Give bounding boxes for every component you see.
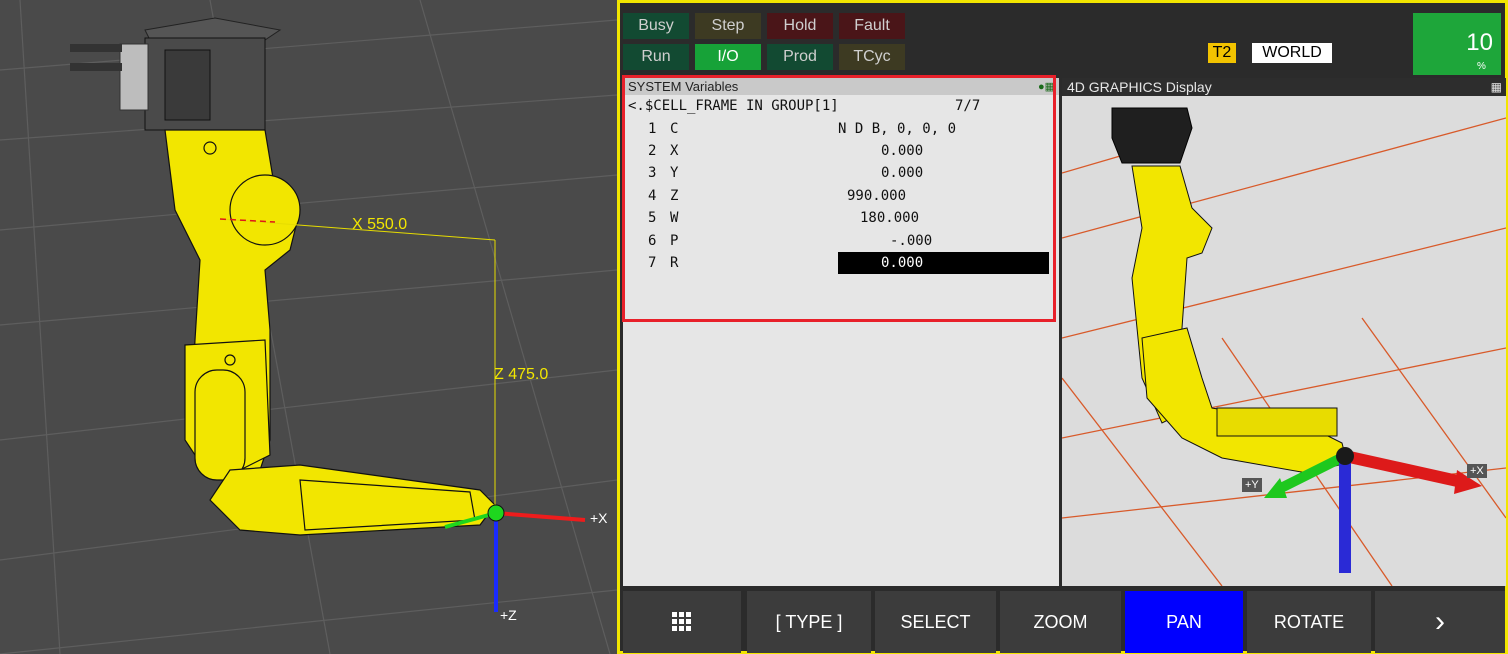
sysvar-row-name[interactable]: Y: [670, 165, 678, 181]
type-button[interactable]: [ TYPE ]: [747, 591, 871, 653]
sysvar-row-name[interactable]: R: [670, 255, 678, 271]
sysvar-row-name[interactable]: C: [670, 121, 678, 137]
status-busy: Busy: [623, 13, 689, 39]
sysvar-row-name[interactable]: W: [670, 210, 678, 226]
roboguide-3d-view[interactable]: X 550.0 Z 475.0 +X +Z: [0, 0, 617, 654]
override-unit: %: [1477, 61, 1486, 72]
graphics-scene: [1062, 107, 1506, 586]
status-fault: Fault: [839, 13, 905, 39]
menu-grid-button[interactable]: [623, 591, 741, 653]
graphics-axis-x-label: +X: [1467, 464, 1487, 478]
override-value: 10: [1466, 29, 1493, 56]
sysvar-row-value-selected[interactable]: 0.000: [881, 255, 923, 271]
sysvar-row-name[interactable]: X: [670, 143, 678, 159]
floor-grid: [0, 0, 617, 654]
tp-mode-badge: T2: [1208, 43, 1236, 63]
chevron-right-icon: ›: [1435, 605, 1445, 638]
speed-override[interactable]: 10 %: [1413, 13, 1501, 75]
sysvars-header: SYSTEM Variables ●▦: [623, 78, 1059, 95]
sysvar-row-num: 3: [648, 165, 657, 181]
sysvar-path: <.$CELL_FRAME IN GROUP[1]: [628, 98, 839, 114]
sysvar-row-value[interactable]: N D B, 0, 0, 0: [838, 121, 956, 137]
rotate-button[interactable]: ROTATE: [1247, 591, 1371, 653]
select-button[interactable]: SELECT: [875, 591, 996, 653]
next-page-button[interactable]: ›: [1375, 591, 1505, 653]
sysvar-row-name[interactable]: P: [670, 233, 678, 249]
status-io: I/O: [695, 44, 761, 70]
sysvar-row-num: 4: [648, 188, 657, 204]
sysvar-row-value[interactable]: 0.000: [881, 143, 923, 159]
sysvar-row-value[interactable]: 0.000: [881, 165, 923, 181]
pan-button[interactable]: PAN: [1125, 591, 1243, 653]
maximize-icon[interactable]: ▦: [1491, 78, 1502, 96]
graphics-axis-y-label: +Y: [1242, 478, 1262, 492]
sysvar-row-value[interactable]: 990.000: [847, 188, 906, 204]
status-tcyc: TCyc: [839, 44, 905, 70]
sysvar-row-num: 6: [648, 233, 657, 249]
graphics-display-pane[interactable]: 4D GRAPHICS Display ▦ +Y +X: [1062, 78, 1506, 586]
status-step: Step: [695, 13, 761, 39]
sysvar-row-value[interactable]: 180.000: [860, 210, 919, 226]
system-variables-pane[interactable]: SYSTEM Variables ●▦: [623, 78, 1059, 586]
sysvar-count: 7/7: [955, 98, 981, 114]
selected-row-highlight: [838, 252, 1049, 274]
robot-scene: X 550.0 Z 475.0 +X +Z: [0, 0, 617, 654]
sysvar-row-name[interactable]: Z: [670, 188, 678, 204]
sysvar-row-num: 5: [648, 210, 657, 226]
coord-system-badge: WORLD: [1252, 43, 1332, 63]
sysvar-row-num: 1: [648, 121, 657, 137]
axis-x-label: +X: [590, 510, 608, 526]
axis-z-label: +Z: [500, 607, 517, 623]
graphics-title: 4D GRAPHICS Display: [1067, 79, 1212, 95]
status-run: Run: [623, 44, 689, 70]
sysvar-row-num: 7: [648, 255, 657, 271]
status-prod: Prod: [767, 44, 833, 70]
status-hold: Hold: [767, 13, 833, 39]
sysvar-row-value[interactable]: -.000: [890, 233, 932, 249]
sysvar-row-num: 2: [648, 143, 657, 159]
zoom-icon[interactable]: ●▦: [1038, 79, 1055, 96]
dimension-z-label: Z 475.0: [494, 366, 548, 383]
sysvars-title: SYSTEM Variables: [628, 79, 739, 94]
dimension-x-label: X 550.0: [352, 216, 407, 233]
grid-menu-icon: [672, 612, 691, 631]
graphics-header: 4D GRAPHICS Display ▦: [1062, 78, 1506, 96]
zoom-button[interactable]: ZOOM: [1000, 591, 1121, 653]
